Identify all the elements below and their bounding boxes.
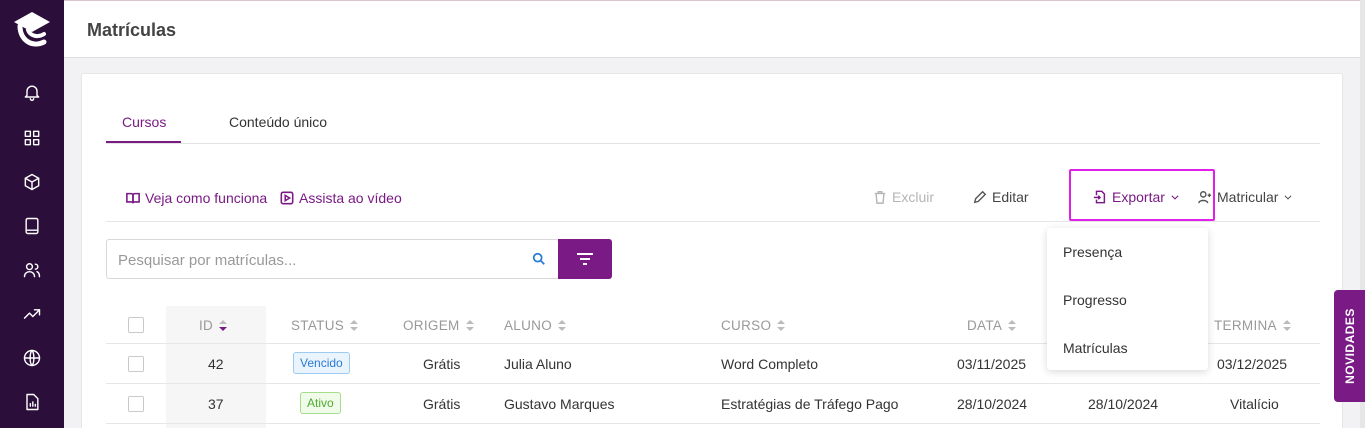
active-tab-indicator <box>106 141 181 143</box>
book-icon[interactable] <box>20 214 44 238</box>
delete-button[interactable]: Excluir <box>873 189 934 205</box>
cell-date: 28/10/2024 <box>957 396 1028 412</box>
notification-bell-icon[interactable] <box>20 80 44 104</box>
column-header-course[interactable]: CURSO <box>721 318 786 333</box>
column-header-origin[interactable]: ORIGEM <box>403 318 474 333</box>
sort-icon <box>558 319 567 332</box>
status-badge: Vencido <box>293 352 350 374</box>
chevron-down-icon <box>1171 195 1179 200</box>
column-header-date[interactable]: DATA <box>967 318 1017 333</box>
watch-video-link[interactable]: Assista ao vídeo <box>280 190 402 206</box>
search-icon[interactable] <box>532 252 546 266</box>
delete-label: Excluir <box>892 189 935 205</box>
page-header: Matrículas <box>64 0 1360 58</box>
dashboard-grid-icon[interactable] <box>20 126 44 150</box>
export-dropdown-menu: Presença Progresso Matrículas <box>1047 228 1208 370</box>
sidebar <box>0 0 64 428</box>
column-header-label: CURSO <box>721 318 772 333</box>
sort-icon <box>777 319 786 332</box>
column-header-student[interactable]: ALUNO <box>504 318 567 333</box>
cell-student: Gustavo Marques <box>504 396 615 412</box>
cell-ends: Vitalício <box>1230 396 1279 412</box>
cell-id: 42 <box>208 356 224 372</box>
sort-icon <box>350 319 359 332</box>
tab-bar: Cursos Conteúdo único <box>106 102 1320 144</box>
watch-video-label: Assista ao vídeo <box>299 190 402 206</box>
pencil-icon <box>973 190 987 204</box>
page-title: Matrículas <box>87 20 177 40</box>
edit-button[interactable]: Editar <box>973 189 1029 205</box>
enroll-label: Matricular <box>1217 189 1279 205</box>
sort-icon <box>1282 319 1291 332</box>
filter-icon <box>577 253 593 265</box>
globe-icon[interactable] <box>20 346 44 370</box>
column-header-label: DATA <box>967 318 1003 333</box>
cell-start: 28/10/2024 <box>1088 396 1159 412</box>
row-checkbox[interactable] <box>128 396 144 412</box>
table-row[interactable]: 37 Ativo Grátis Gustavo Marques Estratég… <box>106 384 1320 424</box>
cell-origin: Grátis <box>423 356 461 372</box>
export-label: Exportar <box>1112 189 1165 205</box>
column-header-status[interactable]: STATUS <box>291 318 359 333</box>
status-badge: Ativo <box>300 392 341 414</box>
app-logo-icon[interactable] <box>10 8 54 52</box>
sort-icon <box>1008 319 1017 332</box>
row-checkbox[interactable] <box>128 356 144 372</box>
column-header-label: TERMINA <box>1214 318 1277 333</box>
sort-icon <box>465 319 474 332</box>
cell-course: Estratégias de Tráfego Pago <box>721 396 899 412</box>
sort-icon <box>219 319 228 332</box>
report-icon[interactable] <box>20 390 44 414</box>
news-side-tab[interactable]: NOVIDADES <box>1334 290 1365 402</box>
column-header-label: STATUS <box>291 318 345 333</box>
column-header-label: ALUNO <box>504 318 553 333</box>
edit-label: Editar <box>992 189 1029 205</box>
how-it-works-link[interactable]: Veja como funciona <box>126 190 267 206</box>
cell-course: Word Completo <box>721 356 819 372</box>
cell-id: 37 <box>208 396 224 412</box>
how-it-works-label: Veja como funciona <box>145 190 268 206</box>
trash-icon <box>874 191 886 204</box>
search-input[interactable] <box>118 249 518 271</box>
cell-date: 03/11/2025 <box>957 356 1027 372</box>
menu-item-progresso[interactable]: Progresso <box>1063 292 1127 308</box>
tab-conteudo-unico[interactable]: Conteúdo único <box>229 114 327 130</box>
product-box-icon[interactable] <box>20 170 44 194</box>
search-field <box>106 239 559 279</box>
export-button[interactable]: Exportar <box>1069 169 1215 221</box>
cell-origin: Grátis <box>423 396 461 412</box>
export-file-icon <box>1093 190 1106 204</box>
users-icon[interactable] <box>20 258 44 282</box>
trending-chart-icon[interactable] <box>20 302 44 326</box>
news-side-tab-label: NOVIDADES <box>1342 308 1357 384</box>
tab-cursos[interactable]: Cursos <box>122 114 166 130</box>
column-header-label: ORIGEM <box>403 318 460 333</box>
column-header-ends[interactable]: TERMINA <box>1214 318 1291 333</box>
chevron-down-icon <box>1284 195 1292 200</box>
column-header-label: ID <box>199 318 214 333</box>
select-all-checkbox[interactable] <box>128 317 144 333</box>
menu-item-presenca[interactable]: Presença <box>1063 244 1122 260</box>
enroll-button[interactable]: Matricular <box>1198 189 1293 205</box>
open-book-icon <box>126 192 140 204</box>
cell-student: Julia Aluno <box>504 356 572 372</box>
filter-button[interactable] <box>558 239 612 279</box>
add-user-icon <box>1198 191 1212 204</box>
video-play-icon <box>280 191 294 205</box>
toolbar: Veja como funciona Assista ao vídeo Excl… <box>106 169 1320 222</box>
menu-item-matriculas[interactable]: Matrículas <box>1063 340 1128 356</box>
cell-ends: 03/12/2025 <box>1217 356 1288 372</box>
column-header-id[interactable]: ID <box>199 318 228 333</box>
